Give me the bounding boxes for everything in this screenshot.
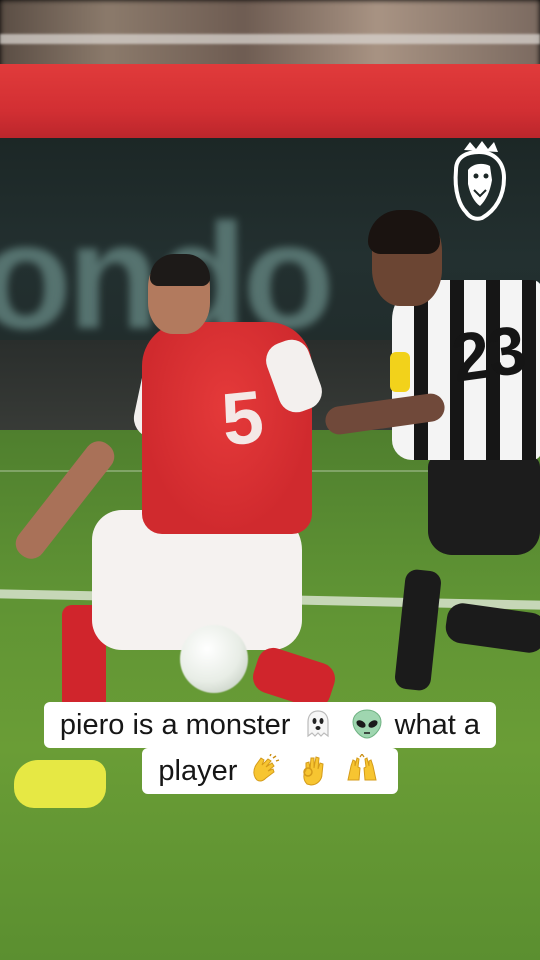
raising-hands-icon — [346, 754, 377, 781]
caption-line-1: piero is a monster what a — [43, 702, 497, 748]
caption-text-1: piero is a monster — [59, 709, 291, 741]
video-frame[interactable]: ondo 5 23 piero is a monster — [0, 0, 540, 960]
home-player-hair — [150, 254, 210, 286]
away-player-shorts — [428, 455, 540, 555]
ok-hand-icon — [302, 756, 324, 786]
caption-line-2: player — [142, 748, 398, 794]
caption-overlay: piero is a monster what a player — [0, 702, 540, 794]
caption-text-1b: what a — [394, 709, 481, 741]
clapping-hands-icon — [253, 754, 280, 782]
stand-railing — [0, 34, 540, 44]
football — [180, 625, 248, 693]
premier-league-lion-icon — [453, 141, 507, 221]
ghost-emoji-icon — [307, 710, 330, 738]
caption-text-2: player — [158, 755, 238, 787]
away-shirt-number: 23 — [447, 311, 529, 397]
home-shirt-number: 5 — [217, 374, 268, 462]
red-advertising-board — [0, 64, 540, 142]
alien-emoji-icon — [352, 709, 382, 739]
captain-armband — [390, 352, 410, 392]
